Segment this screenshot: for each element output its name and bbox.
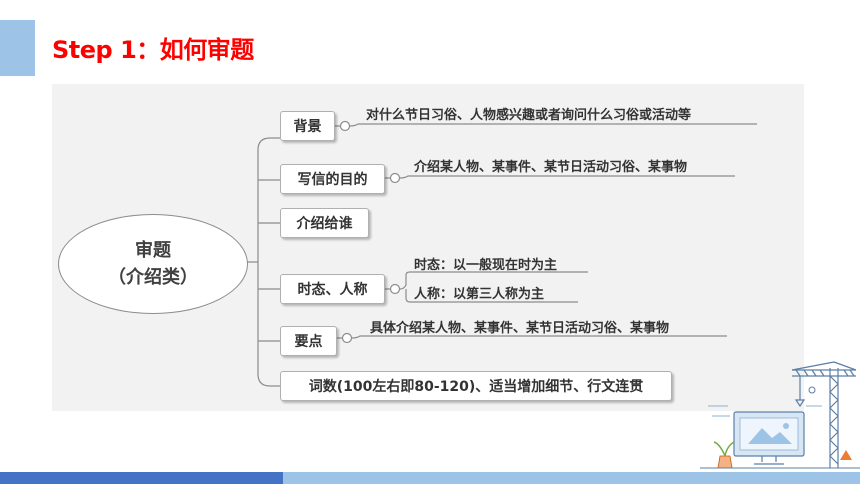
root-topic-line1: 审题 [135, 240, 171, 261]
branch-recipient: 介绍给谁 [280, 208, 369, 238]
branch-tense-person: 时态、人称 [280, 274, 385, 304]
construction-crane-computer-illustration-icon [700, 361, 860, 469]
branch-word-count: 词数(100左右即80-120)、适当增加细节、行文连贯 [280, 371, 672, 401]
note-background: 对什么节日习俗、人物感兴趣或者询问什么习俗或活动等 [366, 108, 692, 123]
branch-purpose: 写信的目的 [280, 164, 385, 194]
root-topic: 审题 （介绍类） [58, 214, 248, 314]
note-purpose: 介绍某人物、某事件、某节日活动习俗、某事物 [414, 160, 688, 175]
note-tense: 时态：以一般现在时为主 [414, 258, 558, 273]
note-person: 人称：以第三人称为主 [414, 287, 545, 302]
note-key-points: 具体介绍某人物、某事件、某节日活动习俗、某事物 [370, 321, 670, 336]
root-topic-line2: （介绍类） [108, 267, 198, 288]
footer-bar-dark [0, 472, 283, 484]
branch-background: 背景 [280, 111, 335, 141]
footer-bar-light [283, 472, 860, 484]
branch-key-points: 要点 [280, 326, 337, 356]
